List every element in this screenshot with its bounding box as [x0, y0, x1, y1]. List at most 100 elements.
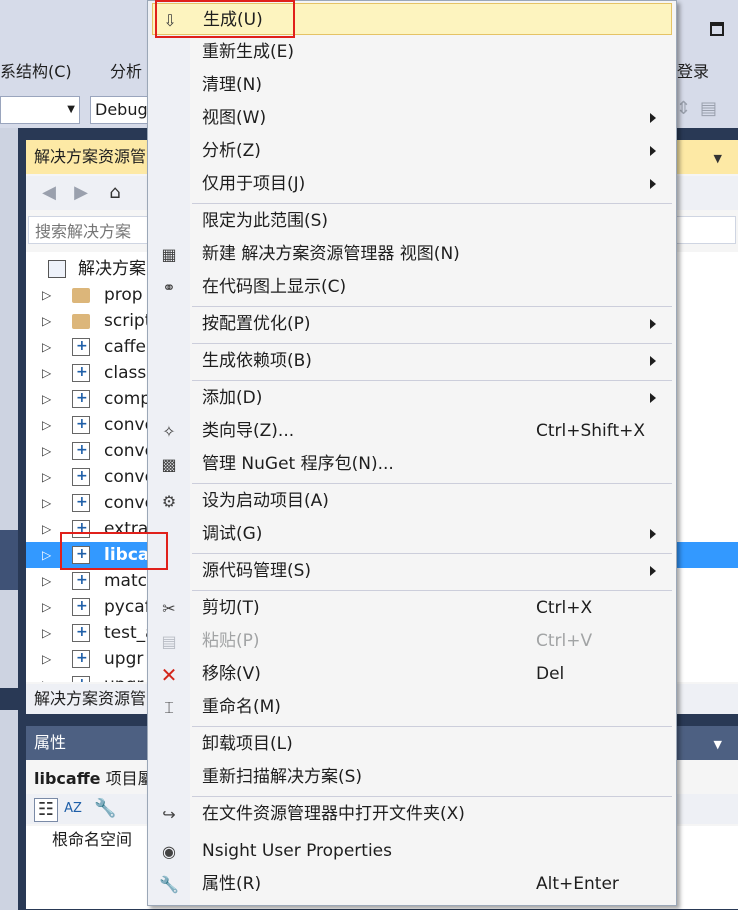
submenu-arrow-icon: [650, 529, 656, 539]
expand-icon[interactable]: ▷: [42, 490, 51, 516]
nuget-icon: ▩: [161, 455, 177, 474]
menu-item-view[interactable]: 视图(W): [152, 102, 672, 134]
menu-item-label: 源代码管理(S): [202, 561, 312, 581]
submenu-arrow-icon: [650, 566, 656, 576]
expand-icon[interactable]: ▷: [42, 438, 51, 464]
project-icon: [72, 645, 90, 671]
menu-item-label: 重命名(M): [202, 697, 281, 717]
expand-icon[interactable]: ▷: [42, 360, 51, 386]
panel-title: 解决方案资源管: [34, 147, 147, 166]
tree-label: upgr: [104, 649, 144, 669]
project-icon: [72, 619, 90, 645]
menu-sign-in[interactable]: 登录: [677, 56, 709, 88]
menu-item-set-startup[interactable]: ⚙ 设为启动项目(A): [152, 485, 672, 517]
project-icon: [72, 489, 90, 515]
property-row-label[interactable]: 根命名空间: [52, 826, 132, 854]
menu-item-cut[interactable]: ✂ 剪切(T) Ctrl+X: [152, 592, 672, 624]
tree-label: matc: [104, 571, 147, 591]
expand-icon[interactable]: ▷: [42, 620, 51, 646]
expand-icon[interactable]: ▷: [42, 334, 51, 360]
menu-item-manage-nuget[interactable]: ▩ 管理 NuGet 程序包(N)...: [152, 448, 672, 480]
menu-item-debug[interactable]: 调试(G): [152, 518, 672, 550]
expand-icon[interactable]: ▷: [42, 282, 51, 308]
menu-item-label: 清理(N): [202, 75, 262, 95]
menu-item-source-control[interactable]: 源代码管理(S): [152, 555, 672, 587]
expand-icon[interactable]: ▷: [42, 542, 51, 568]
platform-combo[interactable]: ▼: [0, 96, 80, 124]
menu-item-build-dependencies[interactable]: 生成依赖项(B): [152, 345, 672, 377]
expand-icon[interactable]: ▷: [42, 412, 51, 438]
menu-item-analyze[interactable]: 分析(Z): [152, 135, 672, 167]
home-icon[interactable]: ⌂: [104, 182, 126, 204]
menu-item-unload-project[interactable]: 卸载项目(L): [152, 728, 672, 760]
menu-item-add[interactable]: 添加(D): [152, 382, 672, 414]
left-tool-strip-active: [0, 530, 18, 590]
submenu-arrow-icon: [650, 113, 656, 123]
menu-item-shortcut: Alt+Enter: [536, 874, 619, 894]
menu-item-pgo[interactable]: 按配置优化(P): [152, 308, 672, 340]
menu-item-label: 仅用于项目(J): [202, 174, 306, 194]
panel-dropdown-icon[interactable]: ▼: [714, 152, 722, 165]
menu-item-label: 按配置优化(P): [202, 314, 311, 334]
maximize-icon[interactable]: [710, 22, 724, 36]
menu-item-label: 重新扫描解决方案(S): [202, 767, 363, 787]
toolbar-icon[interactable]: ▤: [700, 98, 717, 119]
menu-item-label: 生成依赖项(B): [202, 351, 312, 371]
toolbar-icon[interactable]: ⇕: [676, 98, 691, 119]
class-wizard-icon: ✧: [162, 422, 176, 441]
menu-item-show-on-code-map[interactable]: ⚭ 在代码图上显示(C): [152, 271, 672, 303]
expand-icon[interactable]: ▷: [42, 464, 51, 490]
project-icon: [72, 437, 90, 463]
menu-item-label: 移除(V): [202, 664, 261, 684]
wrench-icon: 🔧: [159, 875, 179, 894]
property-object-selector[interactable]: libcaffe 项目屬: [34, 762, 154, 796]
expand-icon[interactable]: ▷: [42, 594, 51, 620]
gear-icon: ⚙: [161, 492, 177, 511]
forward-icon[interactable]: ▶: [70, 182, 92, 204]
project-icon: [72, 463, 90, 489]
menu-separator: [192, 203, 672, 204]
expand-icon[interactable]: ▷: [42, 568, 51, 594]
paste-icon: ▤: [161, 632, 177, 651]
menu-item-remove[interactable]: ✕ 移除(V) Del: [152, 658, 672, 690]
menu-item-new-explorer-view[interactable]: ▦ 新建 解决方案资源管理器 视图(N): [152, 238, 672, 270]
categorized-icon[interactable]: ☷: [34, 798, 58, 822]
menu-item-label: 设为启动项目(A): [202, 491, 329, 511]
expand-icon[interactable]: ▷: [42, 672, 51, 682]
menu-item-nsight-properties[interactable]: ◉ Nsight User Properties: [152, 835, 672, 867]
sort-alpha-icon[interactable]: AZ: [62, 798, 84, 820]
menu-item-label: 重新生成(E): [202, 42, 295, 62]
menu-item-open-in-explorer[interactable]: ↪ 在文件资源管理器中打开文件夹(X): [152, 798, 672, 830]
expand-icon[interactable]: ▷: [42, 308, 51, 334]
project-context-menu: ⇩ 生成(U) 重新生成(E) 清理(N) 视图(W) 分析(Z) 仅用于项目(…: [147, 0, 677, 906]
expand-icon[interactable]: ▷: [42, 516, 51, 542]
tree-label: pycaf: [104, 597, 151, 617]
menu-item-rebuild[interactable]: 重新生成(E): [152, 36, 672, 68]
menu-analyze[interactable]: 分析: [110, 56, 142, 88]
menu-item-properties[interactable]: 🔧 属性(R) Alt+Enter: [152, 868, 672, 900]
expand-icon[interactable]: ▷: [42, 386, 51, 412]
back-icon[interactable]: ◀: [38, 182, 60, 204]
tree-label: classi: [104, 363, 151, 383]
menu-item-label: 限定为此范围(S): [202, 211, 329, 231]
property-pages-icon[interactable]: 🔧: [94, 798, 116, 820]
tree-label: script: [104, 311, 152, 331]
menu-item-rename[interactable]: ⌶ 重命名(M): [152, 691, 672, 723]
panel-dropdown-icon[interactable]: ▼: [714, 738, 722, 751]
configuration-value: Debug: [95, 100, 148, 119]
folder-icon: [72, 288, 90, 303]
menu-item-clean[interactable]: 清理(N): [152, 69, 672, 101]
menu-item-paste[interactable]: ▤ 粘贴(P) Ctrl+V: [152, 625, 672, 657]
menu-item-label: 粘贴(P): [202, 631, 260, 651]
solution-icon: [48, 260, 66, 278]
menu-item-scope-to-this[interactable]: 限定为此范围(S): [152, 205, 672, 237]
project-icon: [72, 593, 90, 619]
menu-item-shortcut: Ctrl+V: [536, 631, 593, 651]
expand-icon[interactable]: ▷: [42, 646, 51, 672]
configuration-combo[interactable]: Debug: [90, 96, 150, 124]
menu-item-class-wizard[interactable]: ✧ 类向导(Z)... Ctrl+Shift+X: [152, 415, 672, 447]
menu-architecture[interactable]: 系结构(C): [0, 56, 72, 88]
menu-item-project-only[interactable]: 仅用于项目(J): [152, 168, 672, 200]
menu-item-rescan-solution[interactable]: 重新扫描解决方案(S): [152, 761, 672, 793]
project-icon: [72, 385, 90, 411]
